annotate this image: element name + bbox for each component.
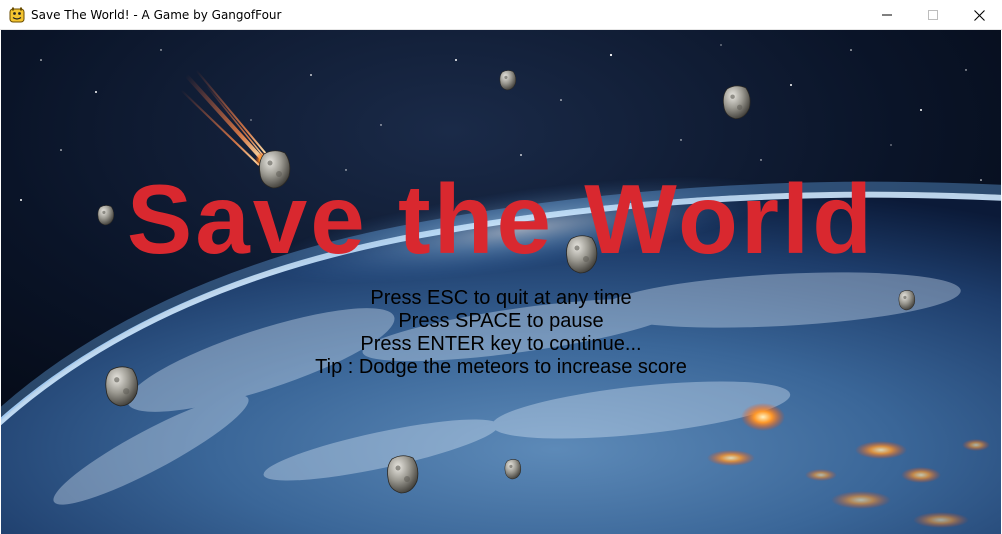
- game-canvas[interactable]: Save the World Press ESC to quit at any …: [1, 30, 1001, 534]
- meteor: [504, 459, 522, 480]
- window-controls: [864, 0, 1002, 30]
- instruction-quit: Press ESC to quit at any time: [370, 287, 632, 309]
- game-title: Save the World: [126, 164, 876, 274]
- earth-background: [1, 30, 1001, 534]
- meteor: [499, 70, 517, 91]
- minimize-icon: [882, 14, 892, 16]
- maximize-button[interactable]: [910, 0, 956, 30]
- window-title: Save The World! - A Game by GangofFour: [31, 7, 282, 22]
- instruction-continue: Press ENTER key to continue...: [360, 333, 642, 355]
- pygame-snake-icon: [9, 7, 25, 22]
- instructions: Press ESC to quit at any time Press SPAC…: [1, 287, 1001, 379]
- maximize-icon: [928, 10, 938, 20]
- meteor: [722, 85, 751, 120]
- close-button[interactable]: [956, 0, 1002, 30]
- game-window: Save The World! - A Game by GangofFour S…: [0, 0, 1002, 534]
- close-icon: [973, 9, 985, 21]
- minimize-button[interactable]: [864, 0, 910, 30]
- meteor: [387, 455, 419, 494]
- instruction-pause: Press SPACE to pause: [398, 310, 604, 332]
- title-bar[interactable]: Save The World! - A Game by GangofFour: [0, 0, 1002, 30]
- instruction-tip: Tip : Dodge the meteors to increase scor…: [315, 356, 687, 378]
